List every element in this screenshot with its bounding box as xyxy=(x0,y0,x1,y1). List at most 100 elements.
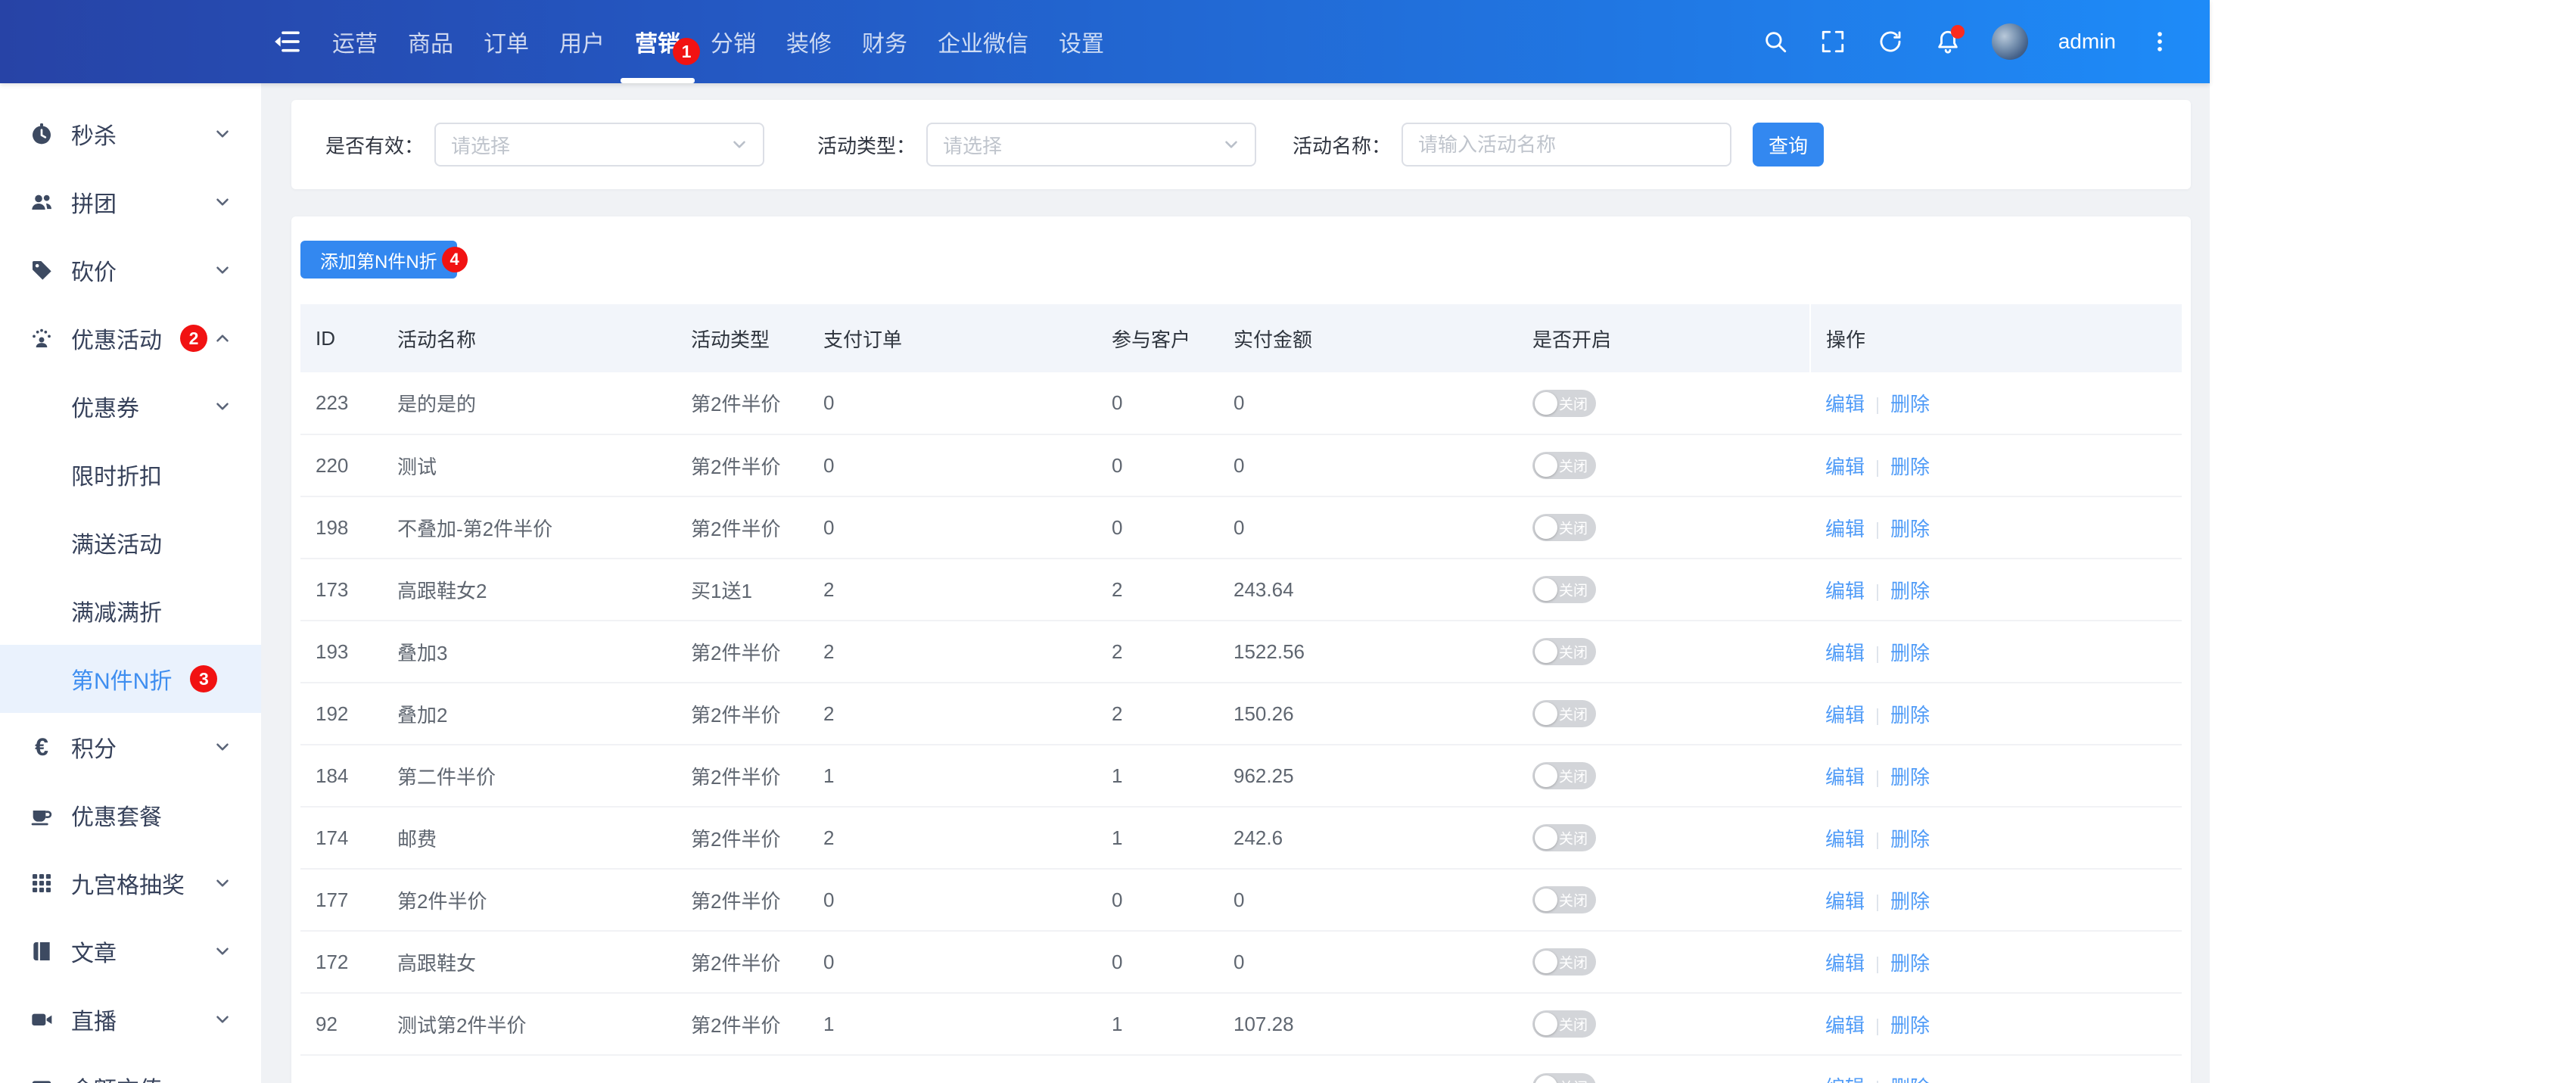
valid-select[interactable]: 请选择 xyxy=(434,123,765,166)
delete-link[interactable]: 删除 xyxy=(1890,828,1930,851)
delete-link[interactable]: 删除 xyxy=(1890,1014,1930,1037)
sidebar-item[interactable]: 文章 xyxy=(0,917,261,985)
cell-activity-type: 第2件半价 xyxy=(676,869,808,932)
delete-link[interactable]: 删除 xyxy=(1890,580,1930,602)
nav-menu-item[interactable]: 营销 1 xyxy=(621,0,700,83)
edit-link[interactable]: 编辑 xyxy=(1825,580,1865,602)
add-activity-button[interactable]: 添加第N件N折 4 xyxy=(300,241,468,279)
username[interactable]: admin xyxy=(2058,30,2116,54)
cell-id: 173 xyxy=(300,559,382,621)
edit-link[interactable]: 编辑 xyxy=(1825,1014,1865,1037)
sidebar-item[interactable]: 满减满折 xyxy=(0,577,261,645)
sidebar-item[interactable]: 优惠活动 2 xyxy=(0,304,261,372)
nav-menu-item[interactable]: 分销 xyxy=(711,0,756,83)
sidebar-item[interactable]: 限时折扣 xyxy=(0,440,261,509)
delete-link[interactable]: 删除 xyxy=(1890,518,1930,540)
sidebar-item[interactable]: 优惠套餐 xyxy=(0,781,261,849)
activity-type-select[interactable]: 请选择 xyxy=(926,123,1257,166)
action-divider xyxy=(1877,584,1879,601)
delete-link[interactable]: 删除 xyxy=(1890,766,1930,789)
chevron-down-icon xyxy=(213,124,232,144)
delete-link[interactable]: 删除 xyxy=(1890,393,1930,415)
edit-link[interactable]: 编辑 xyxy=(1825,704,1865,727)
edit-link[interactable]: 编辑 xyxy=(1825,890,1865,913)
nav-menu-item[interactable]: 用户 xyxy=(559,0,605,83)
cell-customers: 0 xyxy=(1097,372,1218,435)
sidebar-item[interactable]: 秒杀 xyxy=(0,100,261,168)
edit-link[interactable]: 编辑 xyxy=(1825,952,1865,975)
fullscreen-icon[interactable] xyxy=(1819,28,1846,55)
enable-toggle[interactable]: 关闭 xyxy=(1532,948,1596,976)
nav-menu-item[interactable]: 财务 xyxy=(862,0,907,83)
cell-pay-orders: 1 xyxy=(808,993,1097,1056)
nav-menu-item[interactable]: 设置 xyxy=(1059,0,1104,83)
bell-icon[interactable] xyxy=(1934,25,1965,55)
clock-icon xyxy=(29,121,54,147)
nav-menu-item[interactable]: 装修 xyxy=(786,0,832,83)
enable-toggle[interactable]: 关闭 xyxy=(1532,389,1596,417)
enable-toggle[interactable]: 关闭 xyxy=(1532,700,1596,727)
delete-link[interactable]: 删除 xyxy=(1890,1076,1930,1083)
sidebar-item[interactable]: 拼团 xyxy=(0,168,261,236)
cell-activity-type: 第2件半价 xyxy=(676,931,808,994)
nav-menu-item-label: 商品 xyxy=(408,32,453,57)
edit-link[interactable]: 编辑 xyxy=(1825,828,1865,851)
enable-toggle[interactable]: 关闭 xyxy=(1532,638,1596,665)
sidebar-item[interactable]: 满送活动 xyxy=(0,509,261,577)
table-header-row: ID 活动名称 活动类型 支付订单 参与客户 实付金额 是否开启 操作 xyxy=(300,304,2182,372)
edit-link[interactable]: 编辑 xyxy=(1825,1076,1865,1083)
delete-link[interactable]: 删除 xyxy=(1890,952,1930,975)
enable-toggle[interactable]: 关闭 xyxy=(1532,762,1596,789)
cell-paid-amount: 150.26 xyxy=(1218,683,1517,745)
nav-menu-item[interactable]: 企业微信 xyxy=(938,0,1028,83)
more-options-icon[interactable] xyxy=(2146,28,2173,55)
delete-link[interactable]: 删除 xyxy=(1890,456,1930,478)
sidebar-item-label: 满减满折 xyxy=(71,601,162,626)
delete-link[interactable]: 删除 xyxy=(1890,642,1930,664)
enable-toggle[interactable]: 关闭 xyxy=(1532,576,1596,603)
cell-pay-orders: 2 xyxy=(808,807,1097,870)
search-icon[interactable] xyxy=(1762,28,1789,55)
sidebar-item[interactable]: 第N件N折 3 xyxy=(0,645,261,713)
video-icon xyxy=(29,1007,54,1032)
sidebar-item[interactable]: 砍价 xyxy=(0,236,261,304)
cell-pay-orders: 2 xyxy=(808,683,1097,745)
sidebar-item-label: 金额充值 xyxy=(71,1071,162,1083)
sidebar-item-label: 拼团 xyxy=(71,192,117,217)
sidebar-item[interactable]: € 积分 xyxy=(0,713,261,781)
sidebar-item[interactable]: 金额充值 xyxy=(0,1053,261,1083)
nav-menu-item[interactable]: 运营 xyxy=(332,0,378,83)
enable-toggle[interactable]: 关闭 xyxy=(1532,824,1596,851)
edit-link[interactable]: 编辑 xyxy=(1825,393,1865,415)
sidebar-item[interactable]: 优惠券 xyxy=(0,372,261,440)
nav-menu-item[interactable]: 订单 xyxy=(484,0,529,83)
collapse-sidebar-icon[interactable] xyxy=(272,26,302,57)
refresh-icon[interactable] xyxy=(1877,28,1904,55)
action-divider xyxy=(1877,646,1879,663)
nav-menu-item-label: 企业微信 xyxy=(938,32,1028,57)
delete-link[interactable]: 删除 xyxy=(1890,704,1930,727)
enable-toggle[interactable]: 关闭 xyxy=(1532,514,1596,541)
edit-link[interactable]: 编辑 xyxy=(1825,456,1865,478)
enable-toggle[interactable]: 关闭 xyxy=(1532,1010,1596,1038)
activity-name-input[interactable] xyxy=(1402,123,1732,166)
enable-toggle[interactable]: 关闭 xyxy=(1532,886,1596,913)
table-row: 198 不叠加-第2件半价 第2件半价 0 0 0 关闭 编辑 删除 xyxy=(300,496,2182,559)
delete-link[interactable]: 删除 xyxy=(1890,890,1930,913)
cell-enabled: 关闭 xyxy=(1517,496,1810,559)
enable-toggle[interactable]: 关闭 xyxy=(1532,452,1596,479)
sidebar-item-label: 第N件N折 xyxy=(71,669,173,694)
cell-actions: 编辑 删除 xyxy=(1810,434,2182,497)
enable-toggle[interactable]: 关闭 xyxy=(1532,1072,1596,1083)
chevron-down-icon xyxy=(1225,141,1237,148)
avatar[interactable] xyxy=(1991,23,2028,60)
sidebar: 秒杀拼团砍价 优惠活动 2 优惠券 限时折扣 满送活动满减满折第N件N折 3 € 积分 优惠套餐九… xyxy=(0,83,261,1083)
sidebar-item[interactable]: 直播 xyxy=(0,985,261,1053)
edit-link[interactable]: 编辑 xyxy=(1825,518,1865,540)
search-button[interactable]: 查询 xyxy=(1753,123,1825,166)
edit-link[interactable]: 编辑 xyxy=(1825,642,1865,664)
edit-link[interactable]: 编辑 xyxy=(1825,766,1865,789)
nav-menu-item[interactable]: 商品 xyxy=(408,0,453,83)
sidebar-item[interactable]: 九宫格抽奖 xyxy=(0,849,261,917)
cell-id: 193 xyxy=(300,621,382,683)
